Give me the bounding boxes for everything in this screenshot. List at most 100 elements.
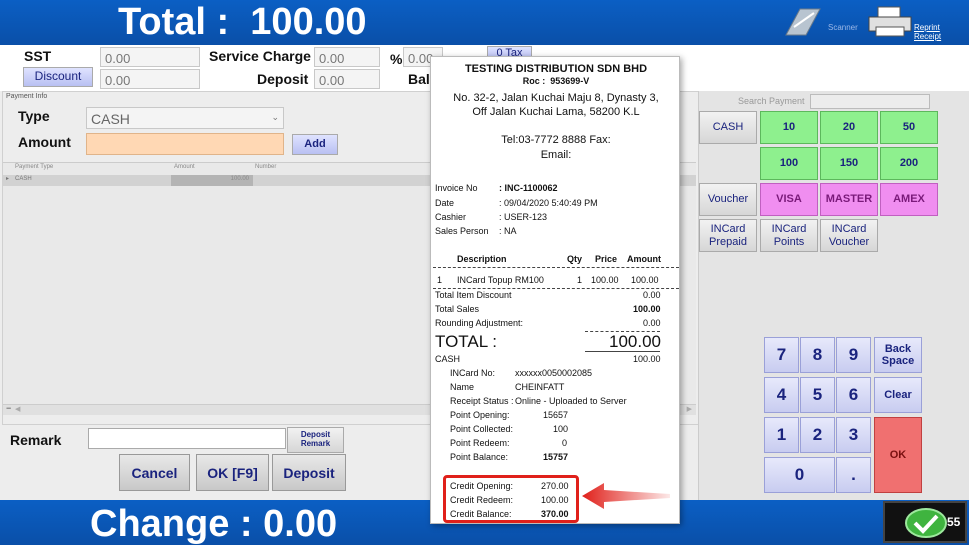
total-label: Total : <box>118 1 230 43</box>
receipt-roc: Roc : 953699-V <box>431 76 681 86</box>
checkmark-icon <box>905 508 947 538</box>
keypad-ok-button[interactable]: OK <box>874 417 922 493</box>
receipt-incard-label: Point Redeem: <box>450 438 510 448</box>
receipt-payment-label: CASH <box>435 354 461 364</box>
keypad-2[interactable]: 2 <box>800 417 835 453</box>
printer-icon <box>866 5 914 39</box>
receipt-email: Email: <box>540 149 572 161</box>
receipt-total-label: TOTAL : <box>435 332 498 351</box>
discount-field[interactable]: 0.00 <box>100 69 200 89</box>
receipt-incard-value: 15657 <box>543 410 569 420</box>
receipt-credit-value: 100.00 <box>541 495 569 505</box>
receipt-company: TESTING DISTRIBUTION SDN BHD <box>464 63 648 75</box>
amount-10-button[interactable]: 10 <box>760 111 818 144</box>
receipt-item-no: 1 <box>437 275 443 285</box>
incard-points-button[interactable]: INCard Points <box>760 219 818 252</box>
incard-prepaid-button[interactable]: INCard Prepaid <box>699 219 757 252</box>
receipt-invoice-no: : INC-1100062 <box>499 183 558 193</box>
receipt-sales-person: : NA <box>499 226 517 236</box>
keypad-4[interactable]: 4 <box>764 377 799 413</box>
keypad-6[interactable]: 6 <box>836 377 871 413</box>
receipt-credit-label: Credit Redeem: <box>450 495 514 505</box>
collapse-icon[interactable]: − <box>6 403 11 413</box>
keypad-0[interactable]: 0 <box>764 457 835 493</box>
remark-label: Remark <box>10 432 62 448</box>
receipt-summary-value: 0.00 <box>643 318 661 328</box>
cash-button[interactable]: CASH <box>699 111 757 144</box>
scroll-right-icon[interactable]: ▶ <box>687 405 692 413</box>
grid-header-type: Payment Type <box>15 164 54 170</box>
deposit-field[interactable]: 0.00 <box>314 69 380 89</box>
payment-info-label: Payment Info <box>6 93 48 100</box>
receipt-roc-value: 953699-V <box>550 76 590 86</box>
voucher-button[interactable]: Voucher <box>699 183 757 216</box>
ok-f9-button[interactable]: OK [F9] <box>196 454 269 491</box>
visa-button[interactable]: VISA <box>760 183 818 216</box>
keypad-dot[interactable]: . <box>836 457 871 493</box>
receipt-col-qty: Qty <box>567 254 583 264</box>
amount-150-button[interactable]: 150 <box>820 147 878 180</box>
receipt-divider <box>585 351 660 352</box>
keypad-3[interactable]: 3 <box>836 417 871 453</box>
receipt-item-description: INCard Topup RM100 <box>457 275 544 285</box>
deposit-remark-button[interactable]: Deposit Remark <box>287 427 344 453</box>
receipt-address-1: No. 32-2, Jalan Kuchai Maju 8, Dynasty 3… <box>453 92 659 104</box>
reprint-receipt-button[interactable]: Reprint Receipt <box>866 3 966 43</box>
amex-button[interactable]: AMEX <box>880 183 938 216</box>
receipt-summary-label: Rounding Adjustment: <box>435 318 524 328</box>
amount-20-button[interactable]: 20 <box>820 111 878 144</box>
grid-cell-type: CASH <box>15 176 32 182</box>
keypad-1[interactable]: 1 <box>764 417 799 453</box>
change-label: Change : <box>90 503 253 545</box>
amount-input[interactable] <box>86 133 284 155</box>
receipt-incard-value: CHEINFATT <box>515 382 565 392</box>
chevron-down-icon: ⌄ <box>271 112 279 122</box>
incard-voucher-button[interactable]: INCard Voucher <box>820 219 878 252</box>
service-charge-field[interactable]: 0.00 <box>314 47 380 67</box>
receipt-divider <box>433 267 679 268</box>
receipt-cashier: : USER-123 <box>499 212 548 222</box>
receipt-credit-label: Credit Opening: <box>450 481 514 491</box>
receipt-incard-value: Online - Uploaded to Server <box>515 396 627 406</box>
cancel-button[interactable]: Cancel <box>119 454 190 491</box>
keypad-9[interactable]: 9 <box>836 337 871 373</box>
payment-type-value: CASH <box>91 111 130 127</box>
status-badge: 55 <box>883 501 967 543</box>
keypad-5[interactable]: 5 <box>800 377 835 413</box>
amount-200-button[interactable]: 200 <box>880 147 938 180</box>
receipt-incard-label: Receipt Status : <box>450 396 514 406</box>
receipt-payment-value: 100.00 <box>633 354 661 364</box>
receipt-item-amount: 100.00 <box>631 275 659 285</box>
keypad-8[interactable]: 8 <box>800 337 835 373</box>
backspace-button[interactable]: Back Space <box>874 337 922 373</box>
deposit-label: Deposit <box>257 71 309 87</box>
search-payment-input[interactable] <box>810 94 930 109</box>
add-payment-button[interactable]: Add <box>292 134 338 155</box>
receipt-preview: TESTING DISTRIBUTION SDN BHD Roc : 95369… <box>430 56 680 524</box>
receipt-incard-label: Point Collected: <box>450 424 514 434</box>
receipt-incard-label: Point Balance: <box>450 452 509 462</box>
master-button[interactable]: MASTER <box>820 183 878 216</box>
sst-field[interactable]: 0.00 <box>100 47 200 67</box>
receipt-address-2: Off Jalan Kuchai Lama, 58200 K.L <box>472 106 640 118</box>
scanner-button[interactable]: Scanner <box>780 3 858 43</box>
receipt-summary-value: 0.00 <box>643 290 661 300</box>
deposit-button[interactable]: Deposit <box>272 454 346 491</box>
receipt-incard-value: 15757 <box>543 452 569 462</box>
receipt-divider <box>433 288 679 289</box>
change-value: 0.00 <box>263 503 338 545</box>
receipt-incard-label: Name <box>450 382 475 392</box>
scroll-left-icon[interactable]: ◀ <box>15 405 20 413</box>
remark-input[interactable] <box>88 428 286 449</box>
amount-100-button[interactable]: 100 <box>760 147 818 180</box>
amount-50-button[interactable]: 50 <box>880 111 938 144</box>
keypad-7[interactable]: 7 <box>764 337 799 373</box>
receipt-tel: Tel:03-7772 8888 Fax: <box>501 134 611 146</box>
clear-button[interactable]: Clear <box>874 377 922 413</box>
discount-button[interactable]: Discount <box>23 67 93 87</box>
total-display: Total : 100.00 <box>118 1 367 44</box>
scanner-icon <box>780 5 825 39</box>
payment-type-select[interactable]: CASH ⌄ <box>86 107 284 129</box>
receipt-date: : 09/04/2020 5:40:49 PM <box>499 198 598 208</box>
receipt-summary-value: 100.00 <box>633 304 661 314</box>
